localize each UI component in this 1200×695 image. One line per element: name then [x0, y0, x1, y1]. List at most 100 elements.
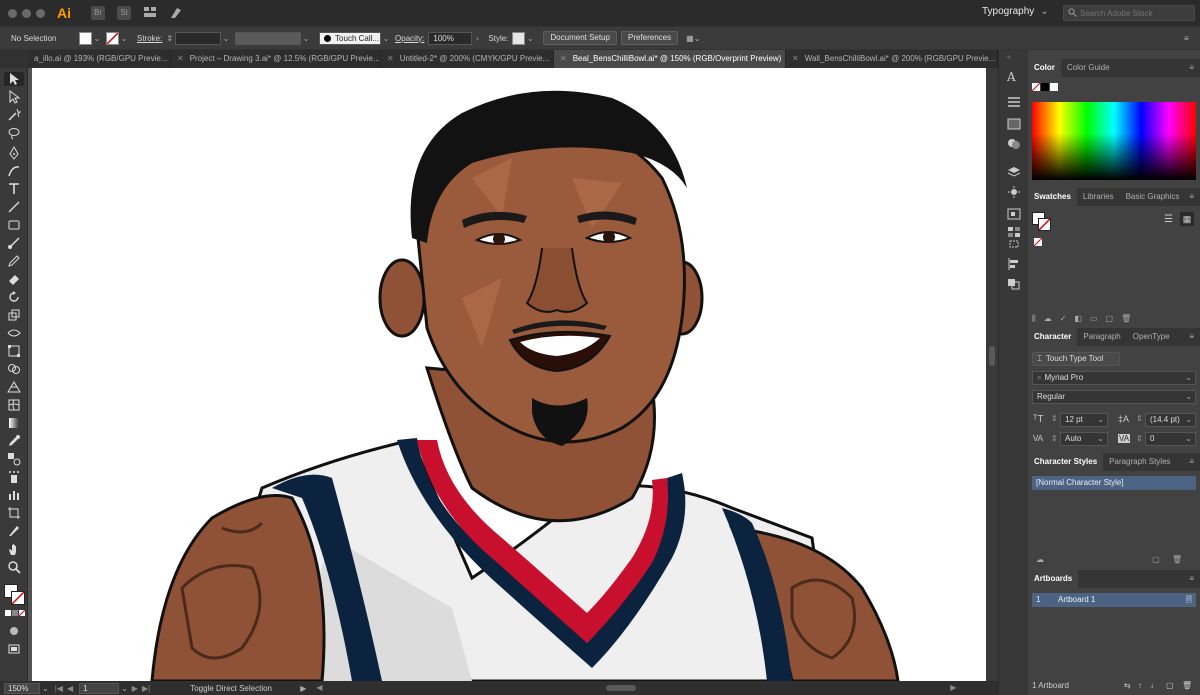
- appearance-icon[interactable]: [1007, 138, 1021, 150]
- status-menu-arrow[interactable]: ▶: [300, 684, 306, 693]
- next-artboard-button[interactable]: ▶: [132, 684, 138, 693]
- new-style-icon[interactable]: ▢: [1152, 555, 1160, 564]
- tracking-field[interactable]: 0 ⌄: [1145, 432, 1196, 446]
- chevron-down-icon[interactable]: ⌄: [121, 684, 128, 693]
- slice-tool-icon[interactable]: [7, 524, 21, 538]
- color-spectrum[interactable]: [1032, 102, 1196, 180]
- chevron-down-icon[interactable]: ⌄: [381, 34, 391, 43]
- curvature-tool-icon[interactable]: [7, 164, 21, 178]
- pencil-tool-icon[interactable]: [7, 254, 21, 268]
- tab-paragraph-styles[interactable]: Paragraph Styles: [1103, 453, 1176, 471]
- close-icon[interactable]: ✕: [792, 54, 799, 63]
- free-transform-tool-icon[interactable]: [7, 344, 21, 358]
- panel-menu-icon[interactable]: ≡: [1189, 328, 1200, 346]
- tab-color-guide[interactable]: Color Guide: [1061, 59, 1116, 77]
- delete-artboard-icon[interactable]: 🗑: [1182, 681, 1192, 690]
- artboard-list-item[interactable]: 1 Artboard 1 🗎: [1032, 593, 1196, 607]
- stroke-swatch[interactable]: [106, 31, 119, 45]
- close-icon[interactable]: ✕: [387, 54, 394, 63]
- document-tab[interactable]: a_illo.ai @ 193% (RGB/GPU Previe...: [28, 50, 171, 68]
- color-mode-icon[interactable]: [5, 610, 11, 616]
- scroll-left-arrow[interactable]: ◀: [316, 683, 322, 692]
- document-tab[interactable]: ✕ Wall_BensChilliBowl.ai* @ 200% (RGB/GPU…: [786, 50, 998, 68]
- width-tool-icon[interactable]: [7, 326, 21, 340]
- kerning-stepper[interactable]: ⇕: [1051, 434, 1058, 443]
- brushes-icon[interactable]: [1007, 186, 1021, 198]
- search-stock-box[interactable]: [1063, 5, 1195, 21]
- stroke-label[interactable]: Stroke:: [137, 34, 162, 43]
- fill-swatch[interactable]: [79, 31, 92, 45]
- close-icon[interactable]: ✕: [560, 54, 567, 63]
- chevron-down-icon[interactable]: ⌄: [301, 34, 311, 43]
- type-tool-icon[interactable]: [7, 182, 21, 196]
- opacity-label[interactable]: Opacity:: [395, 34, 424, 43]
- transform-icon[interactable]: [1007, 238, 1021, 250]
- column-graph-tool-icon[interactable]: [7, 488, 21, 502]
- show-kinds-icon[interactable]: ✓: [1060, 314, 1067, 326]
- panel-menu-icon[interactable]: ≡: [1189, 453, 1200, 471]
- delete-swatch-icon[interactable]: 🗑: [1121, 314, 1131, 326]
- rotate-tool-icon[interactable]: [7, 290, 21, 304]
- symbol-sprayer-tool-icon[interactable]: [7, 470, 21, 484]
- font-style-field[interactable]: Regular ⌄: [1032, 390, 1196, 404]
- lasso-tool-icon[interactable]: [7, 126, 21, 140]
- rectangle-tool-icon[interactable]: [7, 218, 21, 232]
- chevron-down-icon[interactable]: ⌄: [119, 34, 129, 43]
- previous-artboard-button[interactable]: ◀: [67, 684, 73, 693]
- leading-field[interactable]: (14.4 pt) ⌄: [1145, 413, 1196, 427]
- drawing-mode-icon[interactable]: [7, 624, 21, 638]
- glyphs-icon[interactable]: A: [1007, 70, 1021, 84]
- horizontal-scrollbar[interactable]: ◀ ▶: [316, 683, 956, 692]
- font-size-stepper[interactable]: ⇕: [1051, 414, 1058, 423]
- move-down-icon[interactable]: ↓: [1150, 681, 1154, 690]
- graphic-styles-icon[interactable]: [1007, 226, 1021, 238]
- paintbrush-tool-icon[interactable]: [7, 236, 21, 250]
- artboard[interactable]: [32, 68, 986, 681]
- tab-character[interactable]: Character: [1028, 328, 1078, 346]
- scrollbar-thumb[interactable]: [606, 685, 637, 691]
- pen-tool-icon[interactable]: [7, 145, 21, 160]
- arrange-documents-icon[interactable]: [143, 6, 157, 20]
- panel-menu-icon[interactable]: ≡: [1189, 188, 1200, 206]
- swatches-fill-stroke[interactable]: [1032, 212, 1052, 232]
- perspective-grid-tool-icon[interactable]: [7, 380, 21, 394]
- libraries-icon[interactable]: ☁: [1036, 555, 1044, 564]
- brush-definition[interactable]: Touch Call...: [319, 31, 382, 45]
- arrange-icon[interactable]: ▦⌄: [686, 34, 700, 43]
- new-swatch-icon[interactable]: ▢: [1106, 314, 1114, 326]
- magic-wand-tool-icon[interactable]: [7, 108, 22, 122]
- new-color-group-icon[interactable]: ▭: [1090, 314, 1098, 326]
- scrollbar-thumb[interactable]: [989, 346, 995, 366]
- selection-tool-icon[interactable]: [4, 72, 24, 86]
- touch-type-tool-button[interactable]: ⌶ Touch Type Tool: [1032, 352, 1120, 366]
- stroke-weight-field[interactable]: [175, 31, 222, 45]
- stroke-swatch[interactable]: [11, 591, 25, 605]
- libraries-icon[interactable]: ☁: [1044, 314, 1052, 326]
- tab-character-styles[interactable]: Character Styles: [1028, 453, 1104, 471]
- scale-tool-icon[interactable]: [7, 308, 21, 322]
- tab-artboards[interactable]: Artboards: [1028, 570, 1079, 588]
- tracking-stepper[interactable]: ⇕: [1136, 434, 1143, 443]
- collapse-icon[interactable]: «: [1007, 54, 1021, 66]
- chevron-down-icon[interactable]: ⌄: [525, 34, 535, 43]
- chevron-right-icon[interactable]: ›: [472, 34, 482, 43]
- stroke-weight-stepper[interactable]: ⇕: [166, 34, 173, 43]
- chevron-down-icon[interactable]: ⌄: [92, 34, 102, 43]
- tab-swatches[interactable]: Swatches: [1028, 188, 1077, 206]
- panel-menu-icon[interactable]: ≡: [1184, 34, 1189, 43]
- align-icon[interactable]: [1007, 258, 1021, 270]
- bridge-icon[interactable]: Br: [91, 6, 105, 20]
- gradient-tool-icon[interactable]: [7, 416, 21, 430]
- eyedropper-tool-icon[interactable]: [7, 434, 21, 448]
- variable-width-profile[interactable]: [235, 31, 302, 45]
- new-artboard-icon[interactable]: ▢: [1166, 681, 1174, 690]
- swatch-none[interactable]: [1033, 237, 1043, 247]
- rearrange-artboards-icon[interactable]: ⇆: [1124, 681, 1131, 690]
- font-family-field[interactable]: ⌕ Myriad Pro ⌄: [1032, 371, 1196, 385]
- search-input[interactable]: [1080, 8, 1190, 18]
- fill-stroke-swatches[interactable]: [4, 584, 26, 606]
- stroke-swatch[interactable]: [1038, 218, 1051, 231]
- mesh-tool-icon[interactable]: [7, 398, 21, 412]
- hand-tool-icon[interactable]: [7, 542, 21, 556]
- stock-icon[interactable]: St: [117, 6, 131, 20]
